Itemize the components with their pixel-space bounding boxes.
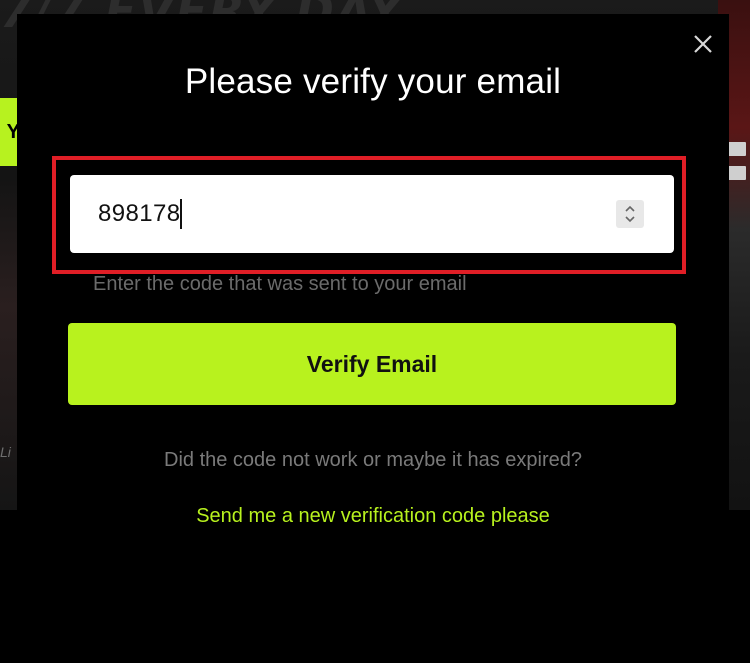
code-input-container	[70, 175, 674, 253]
verify-email-button[interactable]: Verify Email	[68, 323, 676, 405]
modal-title: Please verify your email	[184, 62, 562, 101]
text-caret	[180, 199, 182, 229]
screen: 7/7 EVERY DAY Y Li Please verify your em…	[0, 0, 750, 663]
verification-code-input[interactable]	[98, 175, 578, 253]
verify-email-modal: Please verify your email Enter the code …	[17, 14, 729, 663]
close-icon	[694, 35, 712, 53]
background-text: Li	[0, 444, 11, 460]
helper-text: Enter the code that was sent to your ema…	[93, 273, 467, 295]
chevron-up-down-icon	[625, 205, 635, 223]
close-button[interactable]	[689, 30, 717, 58]
resend-code-link[interactable]: Send me a new verification code please	[17, 505, 729, 528]
expired-question-text: Did the code not work or maybe it has ex…	[164, 449, 582, 471]
number-stepper[interactable]	[616, 200, 644, 228]
